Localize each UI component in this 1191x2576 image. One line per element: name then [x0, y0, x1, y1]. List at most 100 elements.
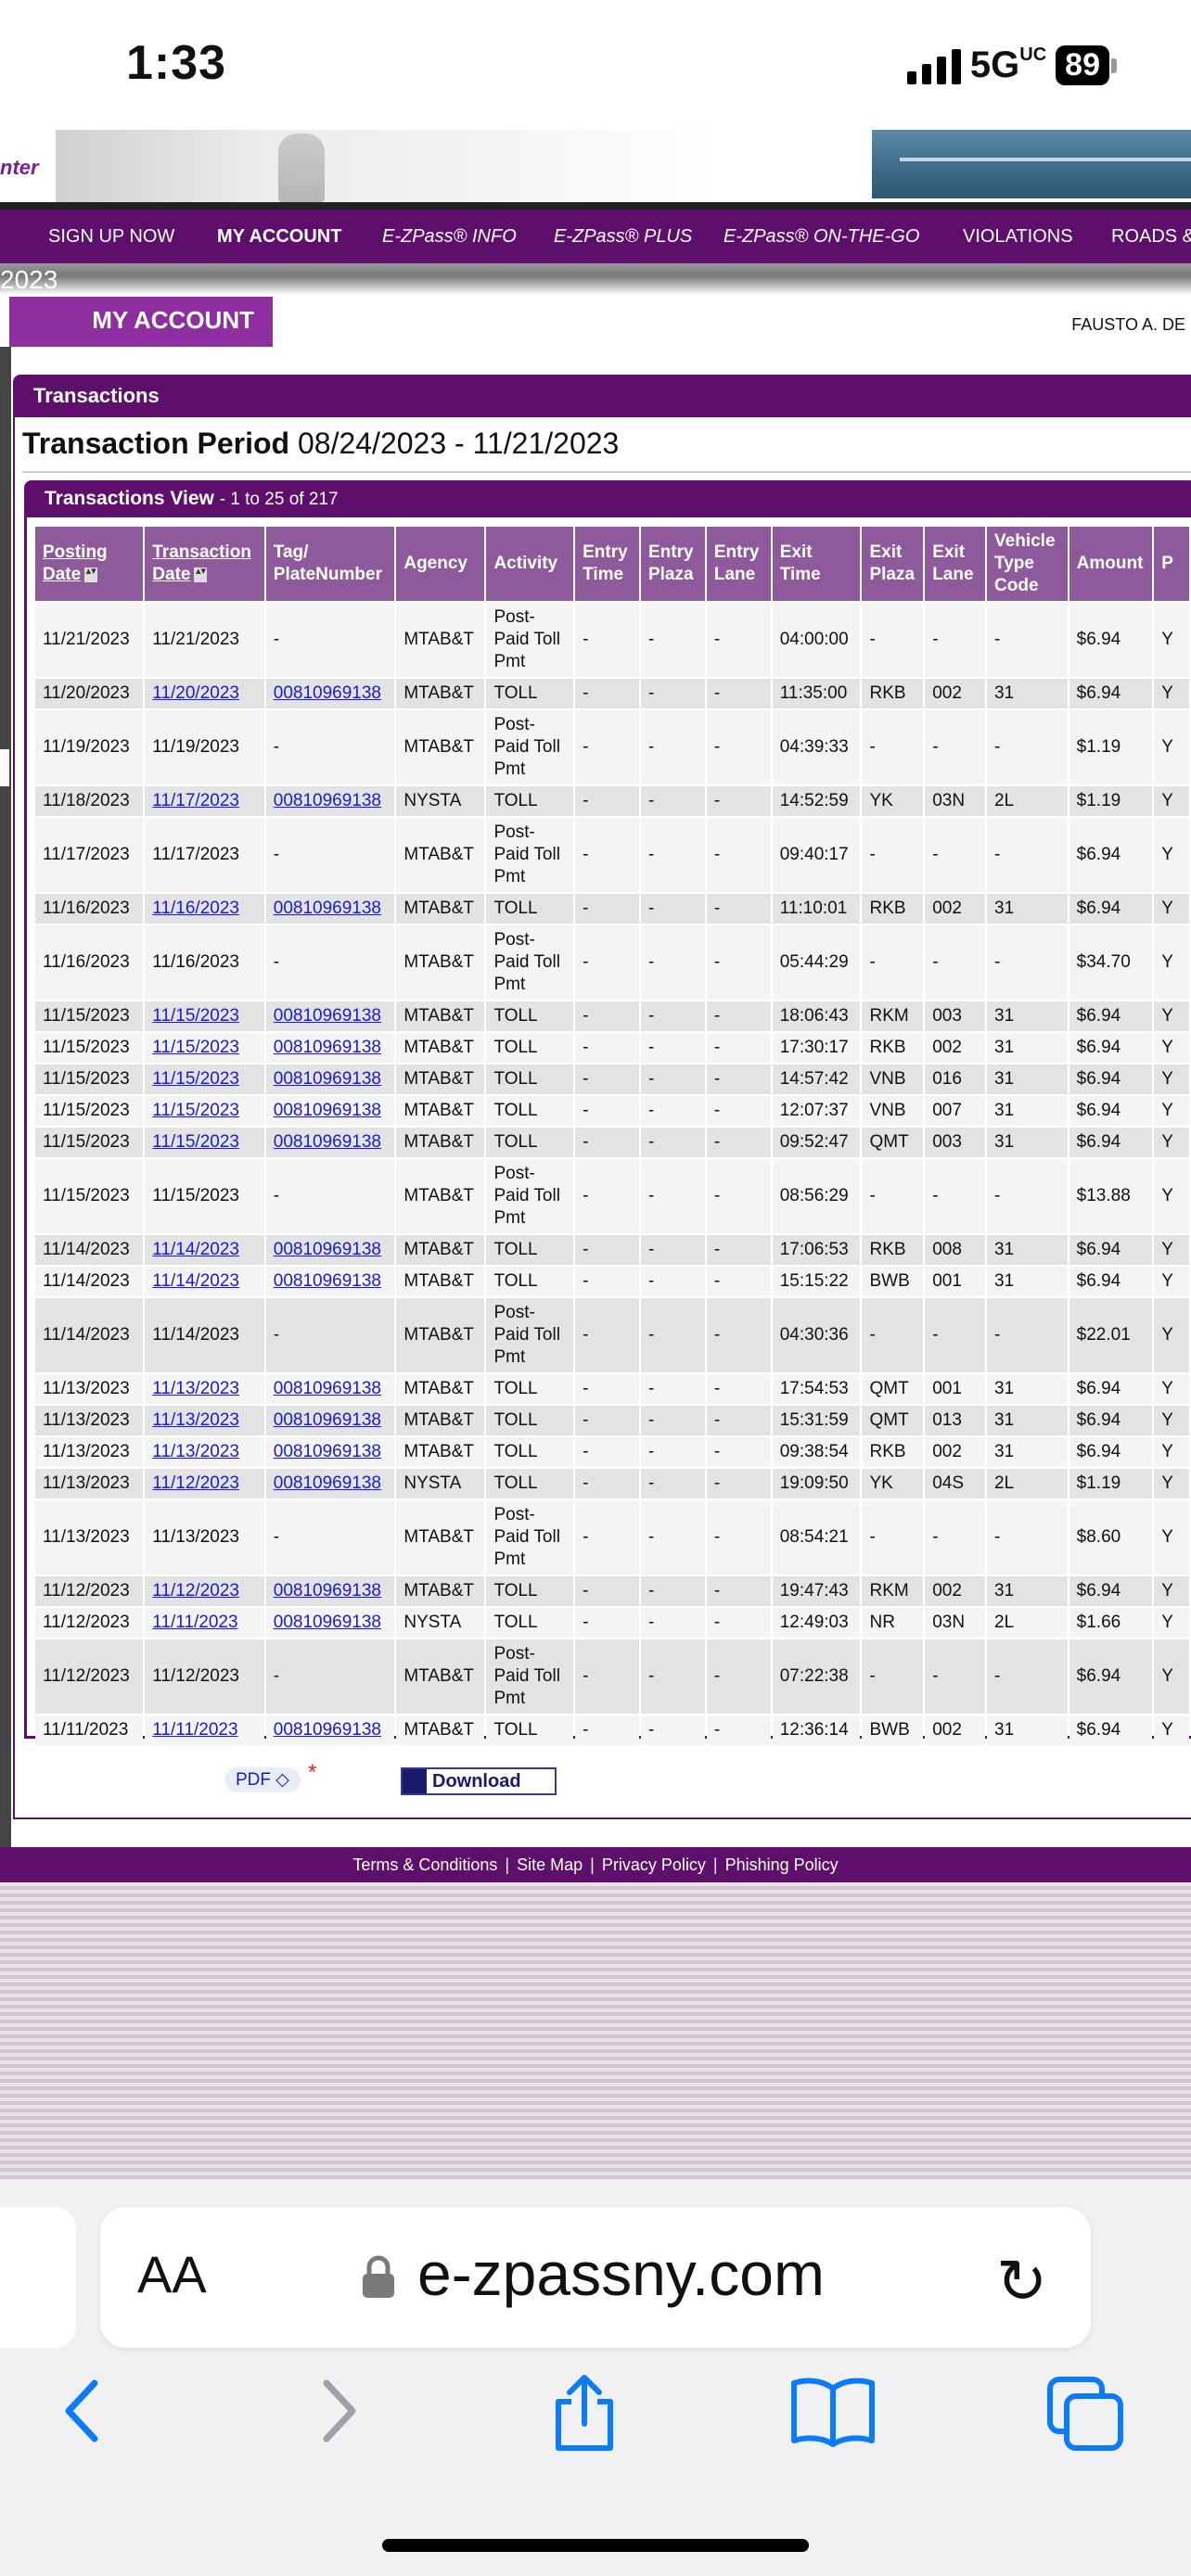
- cell-tag-number-link[interactable]: 00810969138: [274, 1132, 381, 1152]
- cell-tag-number-link[interactable]: 00810969138: [274, 1006, 381, 1026]
- format-select[interactable]: PDF ◇: [224, 1767, 301, 1792]
- cell-transaction-date-link[interactable]: 11/12/2023: [152, 1581, 239, 1600]
- cell-transaction-date-link[interactable]: 11/11/2023: [152, 1720, 237, 1740]
- cell-tag-number: 00810969138: [265, 1437, 395, 1467]
- cell-exit-time: 17:06:53: [772, 1235, 861, 1265]
- cell-tag-number-link[interactable]: 00810969138: [274, 1581, 381, 1600]
- back-icon[interactable]: [56, 2374, 111, 2448]
- cell-transaction-date-link[interactable]: 11/13/2023: [152, 1442, 239, 1461]
- nav-ezpass-on-the-go[interactable]: E-ZPass® ON-THE-GO: [724, 210, 919, 263]
- nav-roads[interactable]: ROADS &: [1111, 210, 1191, 263]
- cell-transaction-date: 11/13/2023: [145, 1437, 264, 1467]
- bookmarks-icon[interactable]: [788, 2374, 877, 2448]
- cell-tag-number-link[interactable]: 00810969138: [274, 1379, 381, 1398]
- cell-vehicle-type: 2L: [987, 786, 1068, 816]
- cell-entry-time: -: [575, 894, 639, 924]
- cell-amount: $6.94: [1069, 1437, 1153, 1467]
- cell-vehicle-type: 31: [987, 1033, 1068, 1063]
- divider: [0, 202, 1191, 210]
- cell-tag-number-link[interactable]: 00810969138: [274, 1069, 381, 1089]
- col-transaction-date[interactable]: Transaction Date ▴▾: [145, 527, 264, 601]
- cell-transaction-date-link[interactable]: 11/20/2023: [152, 683, 239, 703]
- cell-tag-number-link[interactable]: 00810969138: [274, 683, 381, 703]
- cell-transaction-date-link[interactable]: 11/13/2023: [152, 1410, 239, 1430]
- reload-icon[interactable]: ↻: [996, 2246, 1047, 2317]
- nav-ezpass-info[interactable]: E-ZPass® INFO: [382, 210, 517, 263]
- cell-tag-number-link[interactable]: 00810969138: [274, 1410, 381, 1430]
- cell-tag-number-link[interactable]: 00810969138: [274, 1240, 381, 1259]
- cell-tag-number-link[interactable]: 00810969138: [274, 791, 381, 810]
- url-text[interactable]: e-zpassny.com: [417, 2238, 825, 2309]
- nav-sign-up[interactable]: SIGN UP NOW: [48, 210, 174, 263]
- cell-exit-plaza: -: [862, 818, 924, 892]
- cell-transaction-date-link[interactable]: 11/12/2023: [152, 1473, 239, 1493]
- nav-my-account[interactable]: MY ACCOUNT: [217, 210, 341, 263]
- cell-amount: $6.94: [1069, 1267, 1153, 1296]
- table-row: 11/12/2023 11/12/2023 00810969138 MTAB&T TOL…: [35, 1576, 1189, 1606]
- cell-amount: $1.19: [1069, 710, 1153, 784]
- previous-tab-preview[interactable]: [0, 2207, 76, 2348]
- cell-vehicle-type: -: [987, 603, 1068, 677]
- cell-entry-lane: -: [706, 710, 771, 784]
- cell-p-flag: Y: [1154, 1235, 1189, 1265]
- forward-icon[interactable]: [310, 2374, 365, 2448]
- cell-agency: MTAB&T: [396, 679, 485, 708]
- cell-transaction-date-link[interactable]: 11/14/2023: [152, 1271, 239, 1291]
- cell-entry-time: -: [575, 1437, 639, 1467]
- cell-transaction-date: 11/14/2023: [145, 1267, 264, 1296]
- cell-transaction-date-link[interactable]: 11/15/2023: [152, 1038, 239, 1057]
- cell-transaction-date-link[interactable]: 11/15/2023: [152, 1132, 239, 1152]
- cell-tag-number-link[interactable]: 00810969138: [274, 1720, 381, 1740]
- cell-tag-number-link[interactable]: 00810969138: [274, 1038, 381, 1057]
- cell-amount: $6.94: [1069, 1128, 1153, 1157]
- cell-agency: MTAB&T: [396, 1235, 485, 1265]
- cell-transaction-date-link[interactable]: 11/16/2023: [152, 899, 239, 918]
- table-row: 11/13/2023 11/13/2023 00810969138 MTAB&T TOL…: [35, 1374, 1189, 1404]
- share-icon[interactable]: [547, 2374, 621, 2454]
- nav-ezpass-plus[interactable]: E-ZPass® PLUS: [554, 210, 692, 263]
- cell-agency: MTAB&T: [396, 1128, 485, 1157]
- cell-tag-number-link[interactable]: 00810969138: [274, 899, 381, 918]
- footer-link-sitemap[interactable]: Site Map: [517, 1855, 583, 1874]
- nav-violations[interactable]: VIOLATIONS: [963, 210, 1073, 263]
- cell-vehicle-type: 31: [987, 1576, 1068, 1606]
- cell-transaction-date-link[interactable]: 11/15/2023: [152, 1006, 239, 1026]
- network-type: 5GUC: [969, 45, 1047, 85]
- cell-transaction-date-link[interactable]: 11/11/2023: [152, 1613, 237, 1632]
- cell-amount: $6.94: [1069, 1576, 1153, 1606]
- reader-settings-button[interactable]: AA: [137, 2244, 207, 2304]
- footer-link-privacy[interactable]: Privacy Policy: [602, 1855, 706, 1874]
- banner-year: 2023: [0, 265, 58, 294]
- cell-vehicle-type: -: [987, 710, 1068, 784]
- cell-transaction-date-link[interactable]: 11/13/2023: [152, 1379, 239, 1398]
- view-count: - 1 to 25 of 217: [219, 490, 339, 509]
- sort-icon[interactable]: ▴▾: [194, 566, 208, 582]
- cell-tag-number-link[interactable]: 00810969138: [274, 1473, 381, 1493]
- col-entry-plaza: Entry Plaza: [640, 527, 705, 601]
- site-logo[interactable]: nter: [0, 156, 39, 180]
- cell-tag-number-link[interactable]: 00810969138: [274, 1613, 381, 1632]
- download-button[interactable]: Download: [401, 1767, 557, 1795]
- cell-tag-number: 00810969138: [265, 1374, 395, 1404]
- cell-transaction-date-link[interactable]: 11/15/2023: [152, 1101, 239, 1120]
- cell-transaction-date-link[interactable]: 11/15/2023: [152, 1069, 239, 1089]
- cell-activity: TOLL: [486, 1715, 574, 1745]
- cell-tag-number-link[interactable]: 00810969138: [274, 1271, 381, 1291]
- cell-activity: TOLL: [486, 1469, 574, 1498]
- cell-agency: MTAB&T: [396, 1576, 485, 1606]
- cell-entry-lane: -: [706, 1001, 771, 1031]
- col-posting-date[interactable]: Posting Date ▴▾: [35, 527, 144, 601]
- panel-title: Transactions: [33, 384, 160, 407]
- cell-p-flag: Y: [1154, 679, 1189, 708]
- footer-link-phishing[interactable]: Phishing Policy: [725, 1855, 839, 1874]
- cell-transaction-date-link[interactable]: 11/14/2023: [152, 1240, 239, 1259]
- cell-transaction-date-link[interactable]: 11/17/2023: [152, 791, 239, 810]
- cell-tag-number-link[interactable]: 00810969138: [274, 1442, 381, 1461]
- cell-tag-number-link[interactable]: 00810969138: [274, 1101, 381, 1120]
- footer-link-terms[interactable]: Terms & Conditions: [352, 1855, 497, 1874]
- cell-entry-plaza: -: [640, 1576, 705, 1606]
- cell-entry-plaza: -: [640, 1469, 705, 1498]
- tabs-icon[interactable]: [1044, 2374, 1128, 2452]
- sort-icon[interactable]: ▴▾: [84, 566, 98, 582]
- cell-posting-date: 11/12/2023: [35, 1608, 144, 1638]
